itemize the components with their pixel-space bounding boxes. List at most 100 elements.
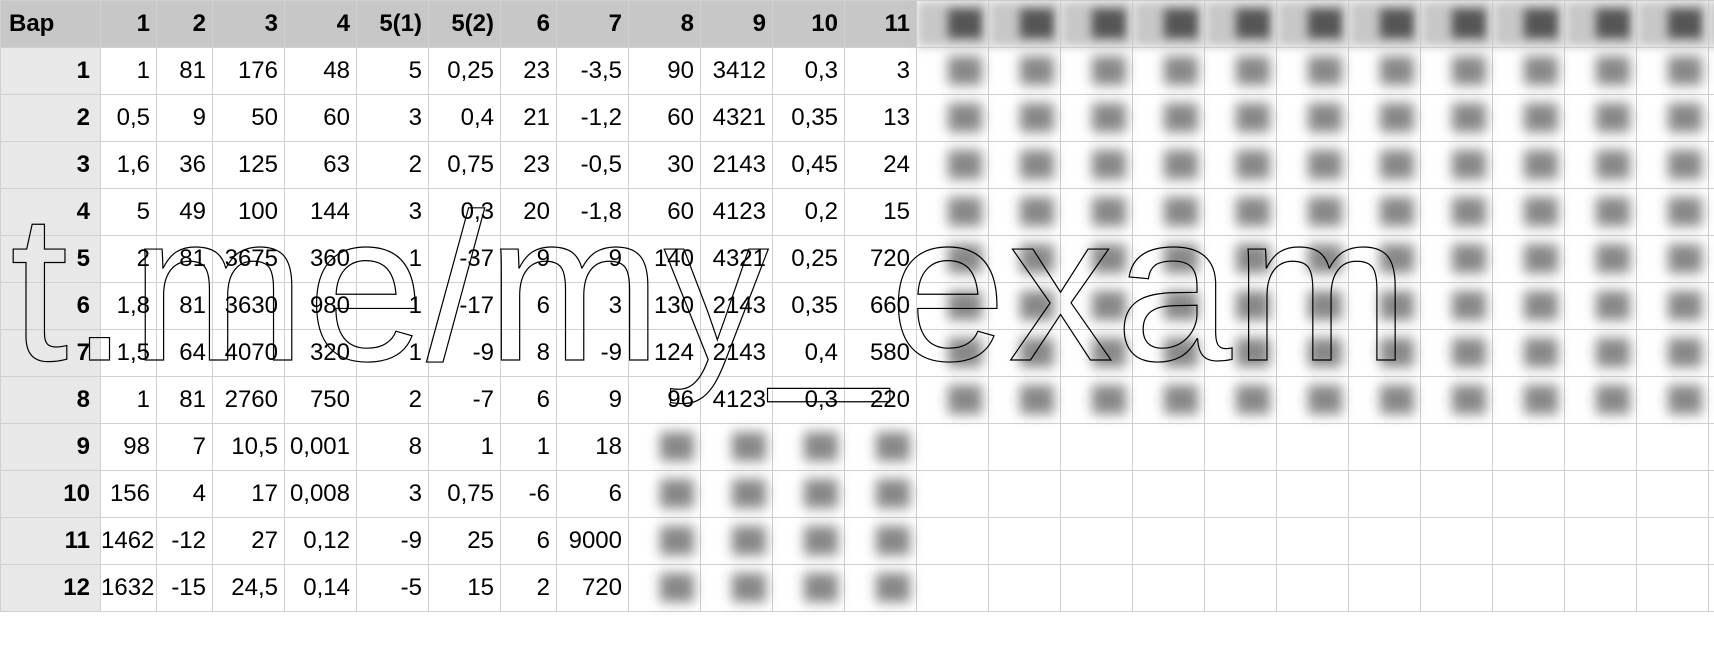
data-cell: 4123 bbox=[701, 377, 773, 424]
data-cell: 0,2 bbox=[773, 189, 845, 236]
data-cell: -1,2 bbox=[557, 95, 629, 142]
data-cell-obscured: ██ bbox=[1421, 236, 1493, 283]
data-cell-obscured: ██ bbox=[1709, 330, 1714, 377]
table-row: 61,88136309801-176313021430,35660███████… bbox=[1, 283, 1714, 330]
data-cell-obscured: ██ bbox=[1133, 48, 1205, 95]
data-cell-obscured: ██ bbox=[1421, 142, 1493, 189]
row-header: 9 bbox=[1, 424, 101, 471]
data-cell: 25 bbox=[429, 518, 501, 565]
data-cell: 144 bbox=[285, 189, 357, 236]
data-cell: 8 bbox=[501, 330, 557, 377]
table-row: 20,59506030,421-1,26043210,3513█████████… bbox=[1, 95, 1714, 142]
data-cell: 17 bbox=[213, 471, 285, 518]
empty-cell bbox=[1709, 424, 1714, 471]
data-cell-obscured: ██ bbox=[917, 236, 989, 283]
column-header: 3 bbox=[213, 1, 285, 48]
data-cell: 96 bbox=[629, 377, 701, 424]
column-header-obscured: ██ bbox=[1061, 1, 1133, 48]
data-cell: 2143 bbox=[701, 330, 773, 377]
empty-cell bbox=[1637, 424, 1709, 471]
data-cell: 0,4 bbox=[773, 330, 845, 377]
data-cell: 0,3 bbox=[429, 189, 501, 236]
data-cell-obscured: ██ bbox=[701, 471, 773, 518]
data-cell-obscured: ██ bbox=[845, 424, 917, 471]
data-cell-obscured: ██ bbox=[1493, 189, 1565, 236]
data-cell: 3 bbox=[357, 95, 429, 142]
data-cell-obscured: ██ bbox=[1349, 48, 1421, 95]
data-cell: 9000 bbox=[557, 518, 629, 565]
data-cell-obscured: ██ bbox=[1277, 48, 1349, 95]
data-cell-obscured: ██ bbox=[1061, 189, 1133, 236]
empty-cell bbox=[917, 518, 989, 565]
data-cell: 27 bbox=[213, 518, 285, 565]
data-cell: 2 bbox=[101, 236, 157, 283]
empty-cell bbox=[1061, 471, 1133, 518]
empty-cell bbox=[989, 424, 1061, 471]
data-cell: 4070 bbox=[213, 330, 285, 377]
data-cell: -6 bbox=[501, 471, 557, 518]
data-cell: 63 bbox=[285, 142, 357, 189]
data-cell: 30 bbox=[629, 142, 701, 189]
data-cell-obscured: ██ bbox=[1349, 95, 1421, 142]
data-cell: 124 bbox=[629, 330, 701, 377]
data-cell: -0,5 bbox=[557, 142, 629, 189]
column-header-obscured: ██ bbox=[1565, 1, 1637, 48]
empty-cell bbox=[917, 424, 989, 471]
data-cell: -15 bbox=[157, 565, 213, 612]
table-body: 11811764850,2523-3,59034120,33██████████… bbox=[1, 48, 1714, 612]
table-row: 454910014430,320-1,86041230,215█████████… bbox=[1, 189, 1714, 236]
empty-cell bbox=[1133, 424, 1205, 471]
data-cell: 4321 bbox=[701, 95, 773, 142]
data-cell-obscured: ██ bbox=[1421, 189, 1493, 236]
data-cell: 0,008 bbox=[285, 471, 357, 518]
data-cell: 9 bbox=[157, 95, 213, 142]
data-cell-obscured: ██ bbox=[1709, 283, 1714, 330]
data-cell-obscured: ██ bbox=[989, 236, 1061, 283]
empty-cell bbox=[1205, 471, 1277, 518]
data-cell-obscured: ██ bbox=[1205, 330, 1277, 377]
data-cell: -9 bbox=[557, 330, 629, 377]
data-cell-obscured: ██ bbox=[1493, 95, 1565, 142]
data-cell: 15 bbox=[429, 565, 501, 612]
data-cell: 60 bbox=[629, 189, 701, 236]
data-cell-obscured: ██ bbox=[1205, 48, 1277, 95]
data-cell: 0,5 bbox=[101, 95, 157, 142]
data-cell: 0,12 bbox=[285, 518, 357, 565]
data-cell-obscured: ██ bbox=[1277, 236, 1349, 283]
data-cell-obscured: ██ bbox=[1205, 189, 1277, 236]
data-cell: 100 bbox=[213, 189, 285, 236]
empty-cell bbox=[1277, 471, 1349, 518]
empty-cell bbox=[917, 471, 989, 518]
column-header: 8 bbox=[629, 1, 701, 48]
column-header-obscured: ██ bbox=[1205, 1, 1277, 48]
data-cell: 18 bbox=[557, 424, 629, 471]
data-cell-obscured: ██ bbox=[1493, 283, 1565, 330]
empty-cell bbox=[1277, 424, 1349, 471]
data-cell: 24,5 bbox=[213, 565, 285, 612]
data-cell: 220 bbox=[845, 377, 917, 424]
data-cell-obscured: ██ bbox=[773, 471, 845, 518]
empty-cell bbox=[1349, 565, 1421, 612]
data-cell-obscured: ██ bbox=[1565, 189, 1637, 236]
data-cell: 125 bbox=[213, 142, 285, 189]
data-cell-obscured: ██ bbox=[1061, 377, 1133, 424]
data-cell: 0,35 bbox=[773, 95, 845, 142]
table-row: 818127607502-7699641230,3220████████████… bbox=[1, 377, 1714, 424]
data-cell-obscured: ██ bbox=[845, 518, 917, 565]
data-cell-obscured: ██ bbox=[1565, 95, 1637, 142]
data-cell: 3412 bbox=[701, 48, 773, 95]
data-cell-obscured: ██ bbox=[1205, 142, 1277, 189]
data-cell-obscured: ██ bbox=[1277, 189, 1349, 236]
data-cell-obscured: ██ bbox=[1565, 283, 1637, 330]
data-cell: 64 bbox=[157, 330, 213, 377]
empty-cell bbox=[1421, 471, 1493, 518]
data-cell-obscured: ██ bbox=[917, 377, 989, 424]
column-header-obscured: ██ bbox=[1709, 1, 1714, 48]
data-cell-obscured: ██ bbox=[1277, 283, 1349, 330]
data-cell: 4123 bbox=[701, 189, 773, 236]
data-cell-obscured: ██ bbox=[1349, 330, 1421, 377]
data-cell: -9 bbox=[357, 518, 429, 565]
data-cell-obscured: ██ bbox=[1709, 377, 1714, 424]
data-cell: 9 bbox=[501, 236, 557, 283]
data-cell: 580 bbox=[845, 330, 917, 377]
